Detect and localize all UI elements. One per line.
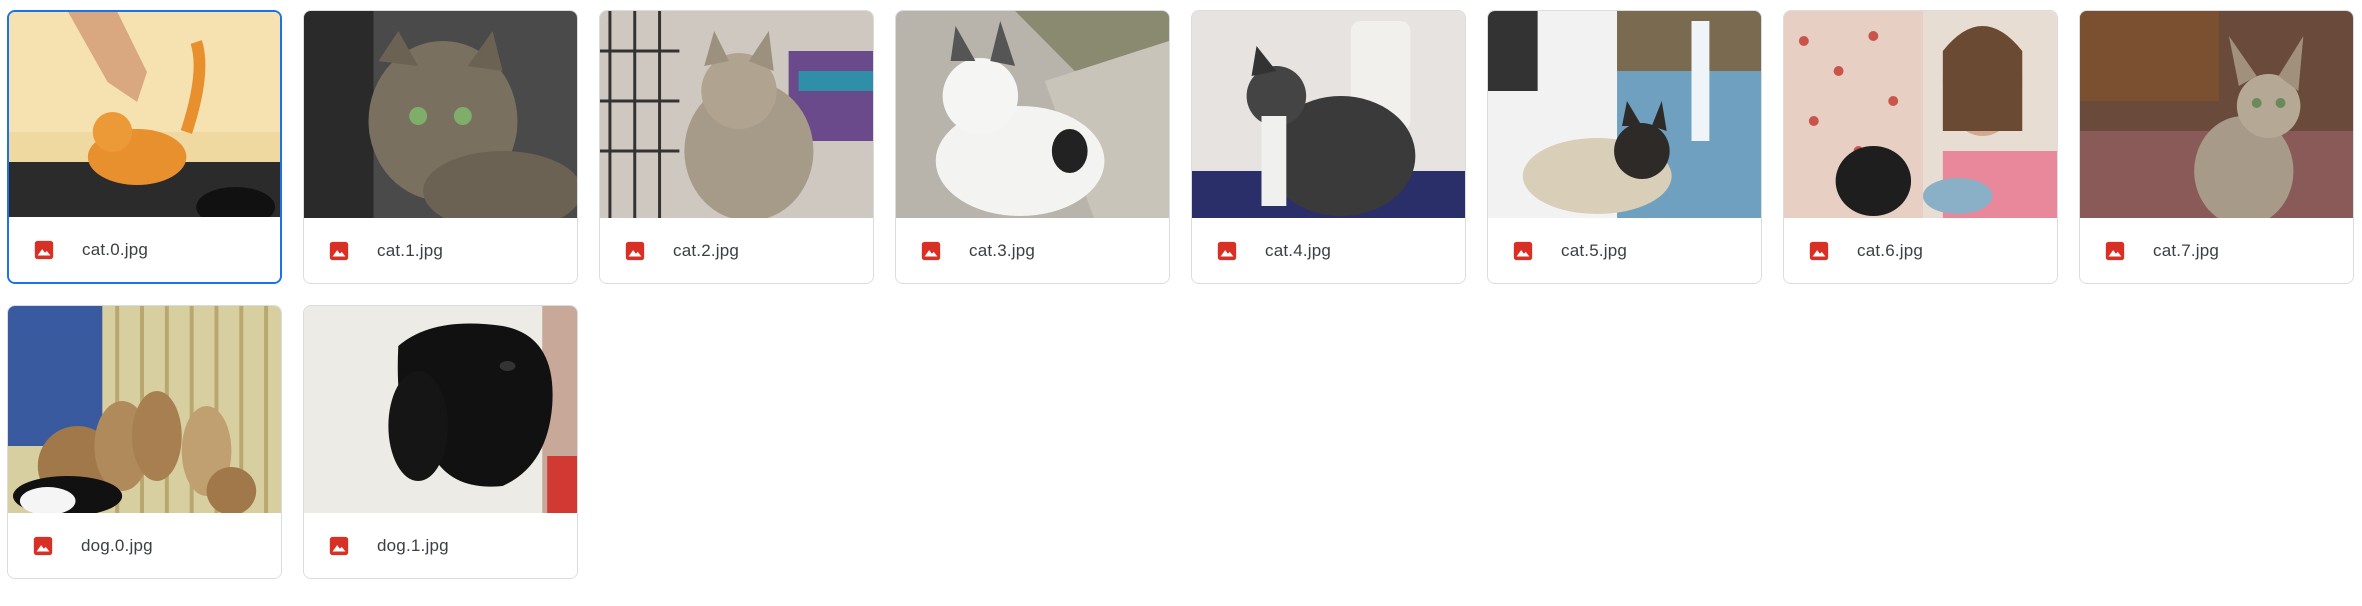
- image-file-icon: [329, 241, 349, 260]
- file-name: cat.0.jpg: [82, 239, 149, 259]
- image-file-icon: [1513, 241, 1533, 260]
- file-label-row: cat.2.jpg: [600, 218, 873, 283]
- file-name: cat.6.jpg: [1857, 240, 1924, 260]
- file-thumbnail: [304, 11, 577, 220]
- file-name: cat.1.jpg: [377, 240, 444, 260]
- file-card-dog-0[interactable]: dog.0.jpg: [7, 305, 282, 579]
- file-name: dog.1.jpg: [377, 535, 449, 555]
- file-name: cat.4.jpg: [1265, 240, 1332, 260]
- file-thumbnail: [8, 306, 281, 515]
- file-label-row: cat.7.jpg: [2080, 218, 2353, 283]
- file-card-cat-6[interactable]: cat.6.jpg: [1783, 10, 2058, 284]
- file-thumbnail: [304, 306, 577, 515]
- file-thumbnail: [1488, 11, 1761, 220]
- file-label-row: dog.1.jpg: [304, 513, 577, 578]
- file-label-row: cat.3.jpg: [896, 218, 1169, 283]
- image-file-icon: [33, 536, 53, 555]
- file-label-row: cat.4.jpg: [1192, 218, 1465, 283]
- file-label-row: cat.0.jpg: [9, 217, 280, 282]
- file-name: cat.7.jpg: [2153, 240, 2220, 260]
- file-card-cat-2[interactable]: cat.2.jpg: [599, 10, 874, 284]
- file-label-row: cat.1.jpg: [304, 218, 577, 283]
- file-thumbnail: [1784, 11, 2057, 220]
- file-thumbnail: [600, 11, 873, 220]
- file-thumbnail: [1192, 11, 1465, 220]
- file-thumbnail: [9, 12, 280, 221]
- file-card-cat-7[interactable]: cat.7.jpg: [2079, 10, 2354, 284]
- file-card-cat-1[interactable]: cat.1.jpg: [303, 10, 578, 284]
- file-name: dog.0.jpg: [81, 535, 153, 555]
- file-name: cat.5.jpg: [1561, 240, 1628, 260]
- file-label-row: cat.5.jpg: [1488, 218, 1761, 283]
- file-thumbnail: [896, 11, 1169, 220]
- file-name: cat.3.jpg: [969, 240, 1036, 260]
- file-card-cat-3[interactable]: cat.3.jpg: [895, 10, 1170, 284]
- file-card-cat-5[interactable]: cat.5.jpg: [1487, 10, 1762, 284]
- image-file-icon: [329, 536, 349, 555]
- image-file-icon: [1217, 241, 1237, 260]
- file-label-row: dog.0.jpg: [8, 513, 281, 578]
- image-file-icon: [625, 241, 645, 260]
- image-file-icon: [34, 240, 54, 259]
- file-card-dog-1[interactable]: dog.1.jpg: [303, 305, 578, 579]
- file-name: cat.2.jpg: [673, 240, 740, 260]
- image-file-icon: [2105, 241, 2125, 260]
- file-label-row: cat.6.jpg: [1784, 218, 2057, 283]
- file-card-cat-0[interactable]: cat.0.jpg: [7, 10, 282, 284]
- file-thumbnail: [2080, 11, 2353, 220]
- image-file-icon: [1809, 241, 1829, 260]
- image-file-icon: [921, 241, 941, 260]
- file-grid: cat.0.jpg cat.1.jpg cat.2.jpg cat.3.jpg …: [7, 10, 2354, 579]
- file-card-cat-4[interactable]: cat.4.jpg: [1191, 10, 1466, 284]
